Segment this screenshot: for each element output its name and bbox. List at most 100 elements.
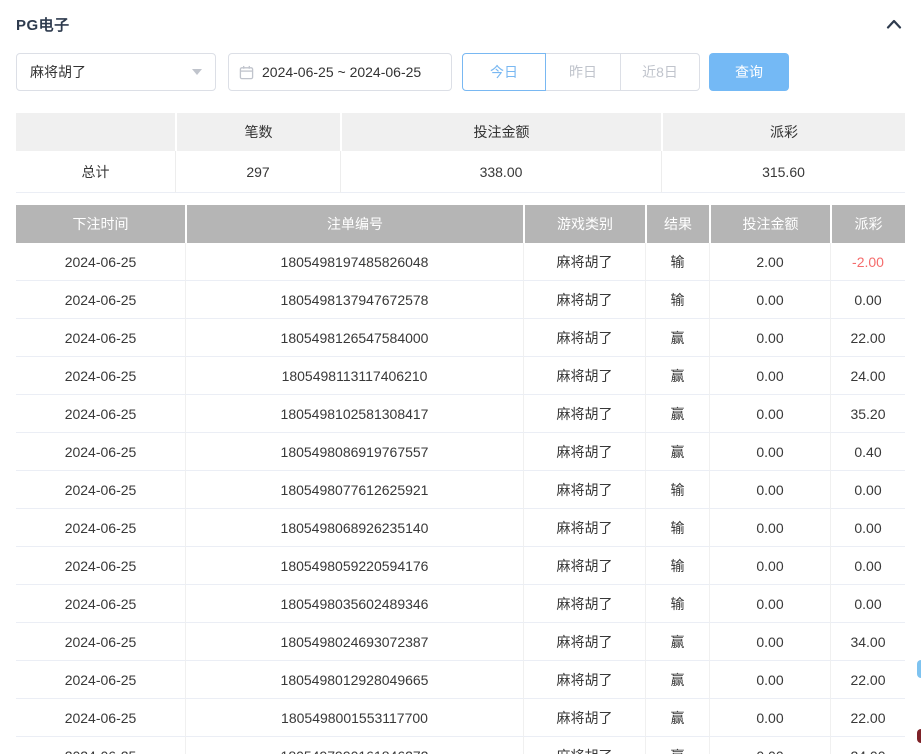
cell-game: 麻将胡了 <box>523 547 645 585</box>
floating-widget-partial-blue[interactable] <box>917 660 921 678</box>
cell-bet-date: 2024-06-25 <box>16 661 185 699</box>
table-row: 2024-06-25 1805498197485826048 麻将胡了 输 2.… <box>16 243 905 281</box>
table-row: 2024-06-25 1805498024693072387 麻将胡了 赢 0.… <box>16 623 905 661</box>
cell-bet-amount: 0.00 <box>709 661 830 699</box>
cell-bet-amount: 0.00 <box>709 357 830 395</box>
cell-bet-date: 2024-06-25 <box>16 319 185 357</box>
quick-filter-today[interactable]: 今日 <box>462 53 546 91</box>
quick-filter-last8days[interactable]: 近8日 <box>620 53 700 91</box>
cell-bet-date: 2024-06-25 <box>16 737 185 754</box>
cell-payout: -2.00 <box>830 243 905 281</box>
table-row: 2024-06-25 1805498035602489346 麻将胡了 输 0.… <box>16 585 905 623</box>
cell-bet-date: 2024-06-25 <box>16 623 185 661</box>
cell-bet-amount: 0.00 <box>709 509 830 547</box>
cell-game: 麻将胡了 <box>523 585 645 623</box>
cell-bet-date: 2024-06-25 <box>16 357 185 395</box>
cell-game: 麻将胡了 <box>523 357 645 395</box>
cell-result: 赢 <box>645 623 709 661</box>
calendar-icon <box>239 65 254 80</box>
cell-bet-amount: 0.00 <box>709 737 830 754</box>
table-row: 2024-06-25 1805498001553117700 麻将胡了 赢 0.… <box>16 699 905 737</box>
cell-result: 输 <box>645 471 709 509</box>
cell-result: 赢 <box>645 357 709 395</box>
cell-result: 赢 <box>645 699 709 737</box>
table-row: 2024-06-25 1805498077612625921 麻将胡了 输 0.… <box>16 471 905 509</box>
game-select[interactable]: 麻将胡了 <box>16 53 216 91</box>
cell-bet-date: 2024-06-25 <box>16 699 185 737</box>
search-button[interactable]: 查询 <box>709 53 789 91</box>
cell-game: 麻将胡了 <box>523 471 645 509</box>
summary-table: 笔数 投注金额 派彩 总计 297 338.00 315.60 <box>16 113 905 193</box>
records-header-bet-amount: 投注金额 <box>709 205 830 243</box>
cell-game: 麻将胡了 <box>523 433 645 471</box>
cell-result: 输 <box>645 585 709 623</box>
cell-game: 麻将胡了 <box>523 661 645 699</box>
cell-bet-amount: 0.00 <box>709 395 830 433</box>
table-row: 2024-06-25 1805498113117406210 麻将胡了 赢 0.… <box>16 357 905 395</box>
cell-payout: 0.00 <box>830 585 905 623</box>
cell-bet-date: 2024-06-25 <box>16 281 185 319</box>
summary-header-payout: 派彩 <box>661 113 905 151</box>
cell-game: 麻将胡了 <box>523 319 645 357</box>
records-table: 下注时间 注单编号 游戏类别 结果 投注金额 派彩 2024-06-25 180… <box>16 205 905 754</box>
cell-bet-date: 2024-06-25 <box>16 547 185 585</box>
cell-result: 输 <box>645 509 709 547</box>
table-row: 2024-06-25 1805498059220594176 麻将胡了 输 0.… <box>16 547 905 585</box>
table-row: 2024-06-25 1805498137947672578 麻将胡了 输 0.… <box>16 281 905 319</box>
chevron-down-icon <box>192 69 202 75</box>
quick-filter-group: 今日 昨日 近8日 <box>462 53 700 91</box>
cell-bet-amount: 0.00 <box>709 699 830 737</box>
cell-game: 麻将胡了 <box>523 281 645 319</box>
cell-payout: 0.00 <box>830 547 905 585</box>
cell-result: 赢 <box>645 395 709 433</box>
table-row: 2024-06-25 1805498068926235140 麻将胡了 输 0.… <box>16 509 905 547</box>
cell-bet-amount: 0.00 <box>709 319 830 357</box>
cell-bet-amount: 0.00 <box>709 281 830 319</box>
cell-payout: 35.20 <box>830 395 905 433</box>
records-header-result: 结果 <box>645 205 709 243</box>
cell-payout: 24.00 <box>830 357 905 395</box>
cell-bet-id: 1805498113117406210 <box>185 357 523 395</box>
summary-total-label: 总计 <box>16 151 175 193</box>
filter-controls: 麻将胡了 2024-06-25 ~ 2024-06-25 今日 昨日 近8日 查… <box>16 53 905 91</box>
cell-bet-id: 1805498086919767557 <box>185 433 523 471</box>
cell-game: 麻将胡了 <box>523 737 645 754</box>
floating-widget-partial-red[interactable] <box>917 729 921 743</box>
cell-bet-amount: 0.00 <box>709 433 830 471</box>
summary-header-row: 笔数 投注金额 派彩 <box>16 113 905 151</box>
date-range-value: 2024-06-25 ~ 2024-06-25 <box>262 64 421 80</box>
cell-result: 赢 <box>645 737 709 754</box>
cell-game: 麻将胡了 <box>523 395 645 433</box>
cell-bet-amount: 0.00 <box>709 471 830 509</box>
collapse-button[interactable] <box>883 15 905 33</box>
quick-filter-yesterday[interactable]: 昨日 <box>545 53 621 91</box>
cell-payout: 24.00 <box>830 737 905 754</box>
records-header-bet-id: 注单编号 <box>185 205 523 243</box>
cell-payout: 0.00 <box>830 509 905 547</box>
summary-total-payout: 315.60 <box>661 151 905 193</box>
cell-payout: 0.40 <box>830 433 905 471</box>
cell-bet-date: 2024-06-25 <box>16 509 185 547</box>
cell-bet-amount: 0.00 <box>709 623 830 661</box>
summary-header-bet-amount: 投注金额 <box>340 113 661 151</box>
cell-bet-date: 2024-06-25 <box>16 395 185 433</box>
cell-result: 赢 <box>645 433 709 471</box>
panel-header: PG电子 <box>16 0 905 34</box>
table-row: 2024-06-25 1805498102581308417 麻将胡了 赢 0.… <box>16 395 905 433</box>
cell-bet-id: 1805498137947672578 <box>185 281 523 319</box>
table-row: 2024-06-25 1805497990161846272 麻将胡了 赢 0.… <box>16 737 905 754</box>
cell-result: 输 <box>645 243 709 281</box>
summary-header-empty <box>16 113 175 151</box>
cell-bet-id: 1805498035602489346 <box>185 585 523 623</box>
summary-total-row: 总计 297 338.00 315.60 <box>16 151 905 193</box>
cell-payout: 0.00 <box>830 281 905 319</box>
records-header-row: 下注时间 注单编号 游戏类别 结果 投注金额 派彩 <box>16 205 905 243</box>
summary-total-bet-amount: 338.00 <box>340 151 661 193</box>
cell-bet-id: 1805498068926235140 <box>185 509 523 547</box>
summary-total-count: 297 <box>175 151 340 193</box>
cell-bet-date: 2024-06-25 <box>16 585 185 623</box>
cell-bet-id: 1805498126547584000 <box>185 319 523 357</box>
cell-bet-id: 1805497990161846272 <box>185 737 523 754</box>
date-range-picker[interactable]: 2024-06-25 ~ 2024-06-25 <box>228 53 452 91</box>
cell-bet-date: 2024-06-25 <box>16 471 185 509</box>
